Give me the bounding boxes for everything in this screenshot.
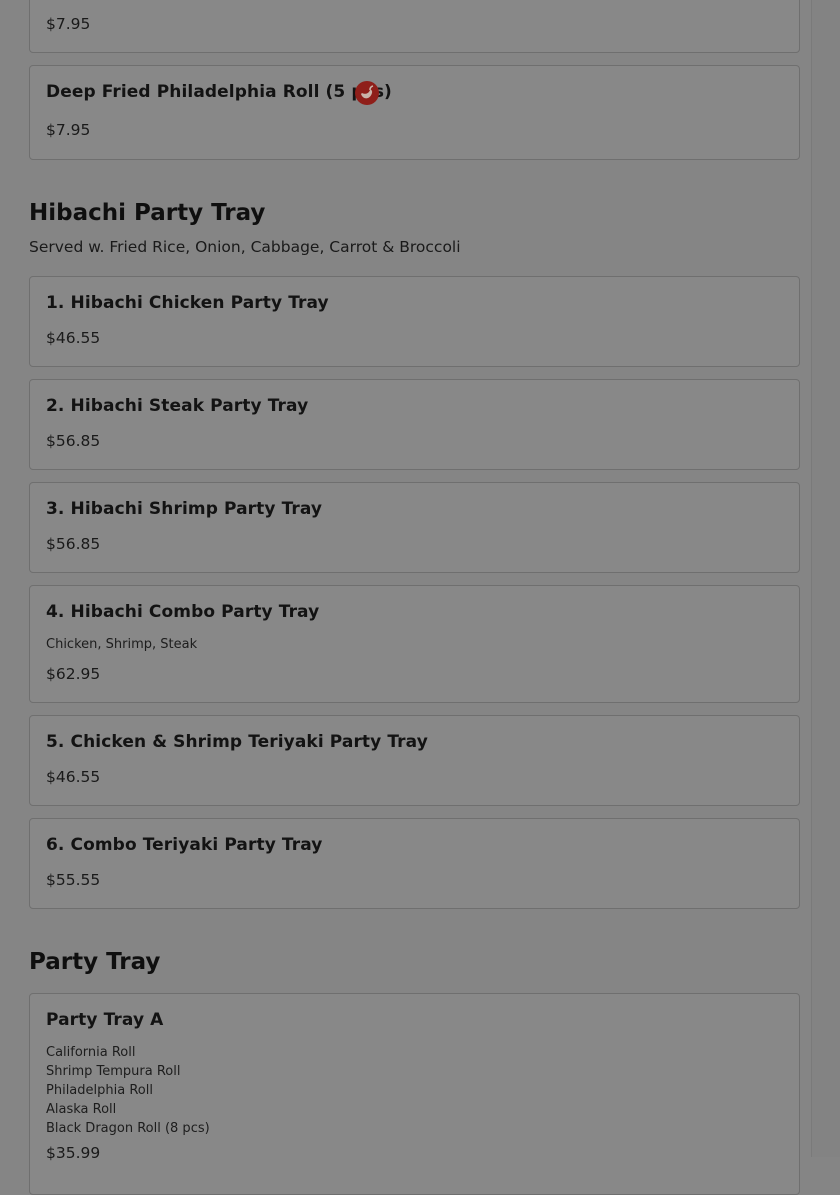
- scrollbar-track[interactable]: [811, 0, 840, 1157]
- item-name: 3. Hibachi Shrimp Party Tray: [46, 499, 323, 519]
- item-name: 5. Chicken & Shrimp Teriyaki Party Tray: [46, 732, 428, 752]
- item-price: $7.95: [46, 15, 91, 33]
- item-name: 6. Combo Teriyaki Party Tray: [46, 835, 323, 855]
- menu-item-card[interactable]: 2. Hibachi Steak Party Tray $56.85: [29, 379, 800, 470]
- item-price: $55.55: [46, 871, 101, 889]
- item-price: $46.55: [46, 329, 101, 347]
- menu-item-card[interactable]: 5. Chicken & Shrimp Teriyaki Party Tray …: [29, 715, 800, 806]
- description-line: Shrimp Tempura Roll: [46, 1064, 181, 1079]
- item-price: $56.85: [46, 432, 101, 450]
- description-line: Black Dragon Roll (8 pcs): [46, 1121, 210, 1136]
- description-line: California Roll: [46, 1045, 136, 1060]
- menu-item-card[interactable]: Deep Fried Philadelphia Roll (5 pcs) $7.…: [29, 65, 800, 160]
- section-title: Party Tray: [29, 949, 161, 975]
- item-description: California Roll Shrimp Tempura Roll Phil…: [46, 1043, 210, 1138]
- item-name: Deep Fried Philadelphia Roll (5 pcs): [46, 82, 392, 102]
- section-subtitle: Served w. Fried Rice, Onion, Cabbage, Ca…: [29, 238, 461, 256]
- item-price: $7.95: [46, 121, 91, 139]
- item-name: 1. Hibachi Chicken Party Tray: [46, 293, 329, 313]
- item-name: 2. Hibachi Steak Party Tray: [46, 396, 309, 416]
- menu-item-card[interactable]: Party Tray A California Roll Shrimp Temp…: [29, 993, 800, 1195]
- item-price: $35.99: [46, 1144, 101, 1162]
- item-price: $62.95: [46, 665, 101, 683]
- item-price: $56.85: [46, 535, 101, 553]
- menu-item-card[interactable]: 4. Hibachi Combo Party Tray Chicken, Shr…: [29, 585, 800, 703]
- item-description: Chicken, Shrimp, Steak: [46, 637, 198, 652]
- menu-item-card[interactable]: 1. Hibachi Chicken Party Tray $46.55: [29, 276, 800, 367]
- item-price: $46.55: [46, 768, 101, 786]
- menu-item-card[interactable]: 6. Combo Teriyaki Party Tray $55.55: [29, 818, 800, 909]
- menu-item-card[interactable]: 3. Hibachi Shrimp Party Tray $56.85: [29, 482, 800, 573]
- description-line: Alaska Roll: [46, 1102, 117, 1117]
- item-name: Party Tray A: [46, 1010, 164, 1030]
- item-name: 4. Hibachi Combo Party Tray: [46, 602, 320, 622]
- spicy-pepper-icon: [355, 81, 379, 105]
- description-line: Philadelphia Roll: [46, 1083, 153, 1098]
- menu-item-card[interactable]: $7.95: [29, 0, 800, 53]
- section-title: Hibachi Party Tray: [29, 200, 266, 226]
